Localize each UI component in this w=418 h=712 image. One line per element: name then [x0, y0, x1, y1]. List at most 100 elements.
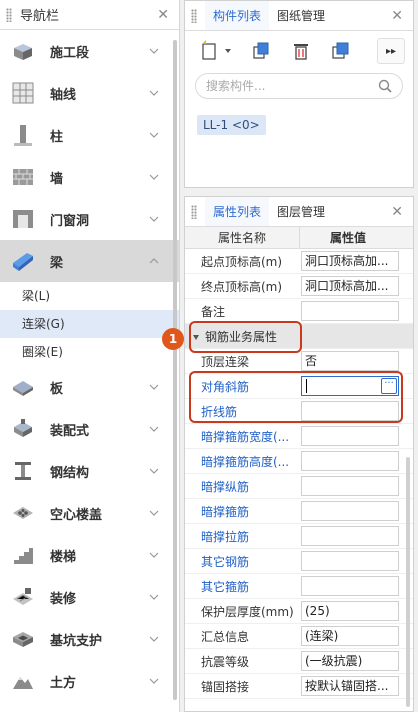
property-value-text: (25) — [305, 604, 330, 618]
property-value[interactable] — [301, 476, 399, 496]
nav-item[interactable]: 装配式 — [0, 408, 179, 450]
property-table-body: 起点顶标高(m) 洞口顶标高加... 终点顶标高(m) 洞口顶标高加... 备注 钢… — [185, 249, 413, 699]
tab-component-list[interactable]: 构件列表 — [205, 1, 270, 30]
property-value[interactable] — [301, 301, 399, 321]
component-tabs: 构件列表 图纸管理 ✕ — [185, 1, 413, 31]
tab-layer-management[interactable]: 图层管理 — [269, 197, 333, 226]
nav-item[interactable]: 施工段 — [0, 30, 179, 72]
property-name: 顶层连梁 — [201, 354, 250, 369]
earthwork-icon — [10, 668, 36, 694]
chevron-down-icon[interactable] — [149, 631, 159, 645]
property-value[interactable]: (一级抗震) — [301, 651, 399, 671]
property-value[interactable]: 否 — [301, 351, 399, 371]
property-value[interactable] — [301, 451, 399, 471]
nav-item[interactable]: 门窗洞 — [0, 198, 179, 240]
nav-item[interactable]: 梁 — [0, 240, 179, 282]
search-icon[interactable] — [378, 79, 392, 93]
nav-item[interactable]: 柱 — [0, 114, 179, 156]
stairs-icon — [10, 542, 36, 568]
nav-sub-item[interactable]: 梁(L) — [0, 282, 179, 310]
property-row: 起点顶标高(m) 洞口顶标高加... — [185, 249, 413, 274]
property-value[interactable] — [301, 526, 399, 546]
highlight-box-fields — [189, 371, 403, 423]
chevron-down-icon[interactable] — [149, 463, 159, 477]
nav-close-icon[interactable]: ✕ — [157, 7, 169, 23]
more-toolbar-button[interactable]: ▸▸ — [377, 38, 405, 64]
nav-item[interactable]: 土方 — [0, 660, 179, 702]
property-scrollbar[interactable] — [406, 457, 410, 707]
chevron-down-icon[interactable] — [149, 547, 159, 561]
nav-item[interactable]: 装修 — [0, 576, 179, 618]
nav-item[interactable]: 轴线 — [0, 72, 179, 114]
nav-item[interactable]: 墙 — [0, 156, 179, 198]
nav-item-label: 施工段 — [50, 45, 90, 61]
nav-item-label: 门窗洞 — [50, 213, 90, 229]
property-row: 暗撑纵筋 — [185, 474, 413, 499]
property-name: 起点顶标高(m) — [201, 254, 283, 269]
nav-sub-item[interactable]: 圈梁(E) — [0, 338, 179, 366]
chevron-down-icon[interactable] — [149, 211, 159, 225]
nav-scrollbar-thumb[interactable] — [173, 40, 177, 700]
property-row: 锚固搭接 按默认锚固搭... — [185, 674, 413, 699]
property-value[interactable] — [301, 551, 399, 571]
new-component-button[interactable] — [197, 37, 235, 65]
nav-item-label: 土方 — [50, 675, 77, 691]
property-name: 暗撑箍筋 — [201, 504, 250, 519]
copy-component-button[interactable] — [247, 37, 275, 65]
nav-item[interactable]: 空心楼盖 — [0, 492, 179, 534]
property-close-icon[interactable]: ✕ — [391, 204, 403, 220]
property-value[interactable]: 洞口顶标高加... — [301, 276, 399, 296]
property-value-text: 洞口顶标高加... — [305, 279, 389, 293]
chevron-down-icon[interactable] — [149, 421, 159, 435]
nav-item[interactable]: 基坑支护 — [0, 618, 179, 660]
nav-sub-item[interactable]: 连梁(G) — [0, 310, 179, 338]
property-value[interactable]: (25) — [301, 601, 399, 621]
nav-item[interactable]: 楼梯 — [0, 534, 179, 576]
prefab-icon — [10, 416, 36, 442]
chevron-up-icon[interactable] — [149, 253, 159, 267]
decoration-icon — [10, 584, 36, 610]
property-row: 保护层厚度(mm) (25) — [185, 599, 413, 624]
property-value[interactable] — [301, 576, 399, 596]
property-name: 终点顶标高(m) — [201, 279, 283, 294]
property-value[interactable]: (连梁) — [301, 626, 399, 646]
trash-icon — [294, 44, 308, 60]
chevron-down-icon[interactable] — [149, 127, 159, 141]
chevron-down-icon[interactable] — [149, 673, 159, 687]
drag-grip-icon[interactable] — [191, 205, 197, 219]
chevron-down-icon[interactable] — [149, 85, 159, 99]
chevron-down-icon[interactable] — [149, 379, 159, 393]
component-close-icon[interactable]: ✕ — [391, 8, 403, 24]
nav-item[interactable]: 钢结构 — [0, 450, 179, 492]
step-marker: 1 — [162, 328, 184, 350]
component-item[interactable]: LL-1 <0> — [197, 115, 266, 135]
component-search-input[interactable] — [206, 79, 366, 93]
tab-drawing-management[interactable]: 图纸管理 — [269, 1, 333, 30]
property-value[interactable]: 洞口顶标高加... — [301, 251, 399, 271]
nav-scrollbar[interactable] — [173, 40, 177, 700]
property-table-header: 属性名称 属性值 — [185, 227, 413, 249]
nav-item[interactable]: 板 — [0, 366, 179, 408]
chevron-down-icon[interactable] — [149, 505, 159, 519]
component-search[interactable] — [195, 73, 403, 99]
property-value[interactable]: 按默认锚固搭... — [301, 676, 399, 696]
chevron-down-icon[interactable] — [149, 169, 159, 183]
property-value[interactable] — [301, 426, 399, 446]
chevron-down-icon[interactable] — [149, 589, 159, 603]
property-value-text: (连梁) — [305, 629, 339, 643]
chevron-down-icon[interactable] — [149, 43, 159, 57]
property-row: 其它箍筋 — [185, 574, 413, 599]
property-value[interactable] — [301, 501, 399, 521]
delete-component-button[interactable] — [287, 37, 315, 65]
drag-grip-icon[interactable] — [6, 7, 12, 22]
nav-item-label: 装修 — [50, 591, 77, 607]
property-value-text: 否 — [305, 354, 318, 368]
nav-item-label: 板 — [50, 381, 64, 397]
layer-copy-button[interactable] — [327, 37, 355, 65]
property-name: 汇总信息 — [201, 629, 250, 644]
navigation-panel: 导航栏 ✕ 施工段 轴线 柱 墙 门窗洞 梁 梁(L) 连梁(G) 圈梁(E) 板 … — [0, 0, 180, 712]
drag-grip-icon[interactable] — [191, 9, 197, 23]
column-icon — [10, 122, 36, 148]
property-list-panel: 属性列表 图层管理 ✕ 属性名称 属性值 起点顶标高(m) 洞口顶标高加... 终… — [184, 196, 414, 712]
tab-property-list[interactable]: 属性列表 — [205, 197, 270, 226]
